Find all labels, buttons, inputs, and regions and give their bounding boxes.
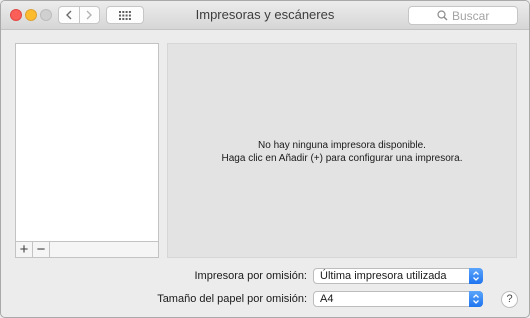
minimize-icon[interactable] <box>25 9 37 21</box>
printer-list-toolbar: + − <box>15 241 159 258</box>
help-button[interactable]: ? <box>501 291 518 308</box>
search-placeholder: Buscar <box>452 9 490 23</box>
search-icon <box>437 10 448 21</box>
paper-size-popup[interactable]: A4 <box>313 291 483 307</box>
remove-printer-button[interactable]: − <box>33 242 50 257</box>
preferences-window: Impresoras y escáneres Buscar + − No hay… <box>0 0 530 318</box>
chevron-right-icon <box>86 10 93 20</box>
search-field[interactable]: Buscar <box>408 6 518 25</box>
add-printer-button[interactable]: + <box>16 242 33 257</box>
grid-icon <box>119 10 131 20</box>
show-all-button[interactable] <box>106 6 144 24</box>
empty-message-title: No hay ninguna impresora disponible. <box>258 140 426 151</box>
stepper-icon <box>469 291 483 307</box>
navigation-buttons <box>58 6 100 24</box>
printer-list[interactable] <box>15 43 159 242</box>
window-title: Impresoras y escáneres <box>195 7 335 22</box>
empty-message-hint: Haga clic en Añadir (+) para configurar … <box>221 153 463 164</box>
default-printer-label: Impresora por omisión: <box>194 270 308 282</box>
default-printer-value: Última impresora utilizada <box>320 270 447 282</box>
title-bar: Impresoras y escáneres Buscar <box>1 1 529 30</box>
stepper-icon <box>469 268 483 284</box>
zoom-icon[interactable] <box>40 9 52 21</box>
paper-size-label: Tamaño del papel por omisión: <box>157 293 307 305</box>
printer-detail-pane: No hay ninguna impresora disponible. Hag… <box>167 43 517 258</box>
back-button[interactable] <box>59 7 79 23</box>
paper-size-value: A4 <box>320 293 334 305</box>
forward-button[interactable] <box>78 7 100 23</box>
chevron-left-icon <box>65 10 72 20</box>
close-icon[interactable] <box>10 9 22 21</box>
default-printer-popup[interactable]: Última impresora utilizada <box>313 268 483 284</box>
